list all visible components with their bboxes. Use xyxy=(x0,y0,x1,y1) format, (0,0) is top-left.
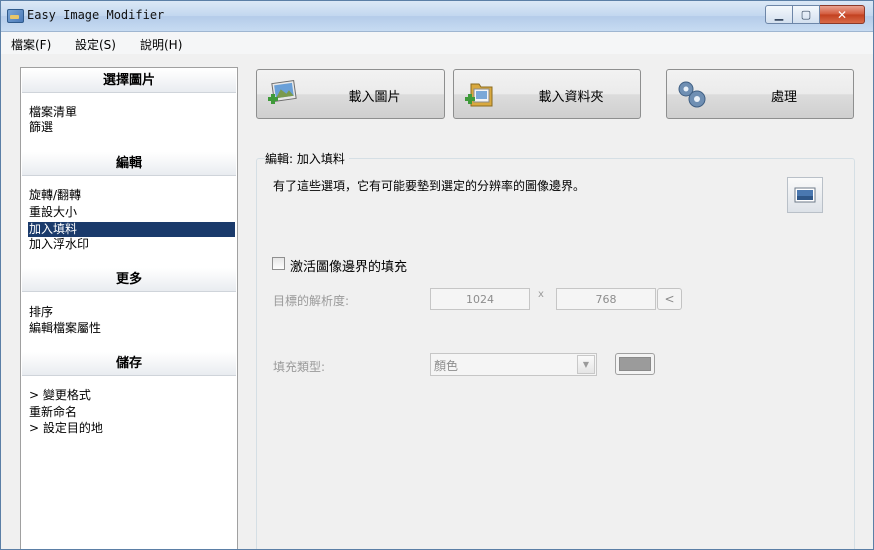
height-input[interactable]: 768 xyxy=(556,288,656,310)
window-title: Easy Image Modifier xyxy=(27,8,165,22)
sidebar-item-filter[interactable]: 篩選 xyxy=(29,120,53,135)
resolution-separator: x xyxy=(538,289,544,300)
section-more: 更多 xyxy=(22,268,236,292)
sidebar-item-rotate[interactable]: 旋轉/翻轉 xyxy=(29,188,81,203)
section-select-images: 選擇圖片 xyxy=(22,69,236,93)
fill-type-select[interactable]: 顏色 ▼ xyxy=(430,353,597,376)
minimize-button[interactable]: ▁ xyxy=(765,5,793,24)
panel-title: 編輯: 加入填料 xyxy=(265,150,349,167)
title-bar[interactable]: Easy Image Modifier ▁ ▢ ✕ xyxy=(1,1,873,32)
app-window: Easy Image Modifier ▁ ▢ ✕ 檔案(F) 設定(S) 說明… xyxy=(0,0,874,550)
menu-settings[interactable]: 設定(S) xyxy=(75,36,116,53)
sidebar-item-set-destination[interactable]: > 設定目的地 xyxy=(29,421,103,436)
gears-icon xyxy=(678,81,706,108)
enable-padding-checkbox[interactable] xyxy=(272,257,285,270)
window-controls: ▁ ▢ ✕ xyxy=(765,5,865,24)
fill-color-button[interactable] xyxy=(615,353,655,375)
process-label: 處理 xyxy=(770,90,797,105)
add-folder-icon xyxy=(465,83,493,107)
fill-type-value: 顏色 xyxy=(434,359,459,373)
load-folder-button[interactable]: 載入資料夾 xyxy=(453,69,641,119)
close-icon: ✕ xyxy=(836,7,848,22)
image-preview-icon xyxy=(787,177,823,213)
sidebar-item-file-list[interactable]: 檔案清單 xyxy=(29,105,77,120)
enable-padding-label[interactable]: 激活圖像邊界的填充 xyxy=(290,256,407,275)
sidebar-item-sort[interactable]: 排序 xyxy=(29,305,53,320)
load-folder-label: 載入資料夾 xyxy=(538,90,604,105)
add-image-icon xyxy=(268,79,297,104)
fill-color-swatch xyxy=(619,357,651,371)
section-edit: 編輯 xyxy=(22,152,236,176)
sidebar-item-file-properties[interactable]: 編輯檔案屬性 xyxy=(29,321,101,336)
panel-description: 有了這些選項，它有可能要墊到選定的分辨率的圖像邊界。 xyxy=(273,179,586,193)
menu-bar: 檔案(F) 設定(S) 說明(H) xyxy=(1,32,873,54)
load-images-button[interactable]: 載入圖片 xyxy=(256,69,445,119)
sidebar-item-add-padding[interactable]: 加入填料 xyxy=(28,222,235,237)
chevron-down-icon: ▼ xyxy=(577,355,595,374)
load-images-label: 載入圖片 xyxy=(348,90,401,105)
resolution-label: 目標的解析度: xyxy=(273,294,350,308)
fill-type-label: 填充類型: xyxy=(273,360,326,374)
close-button[interactable]: ✕ xyxy=(820,5,865,24)
maximize-icon: ▢ xyxy=(800,8,812,21)
section-save: 儲存 xyxy=(22,352,236,376)
minimize-icon: ▁ xyxy=(774,8,784,21)
sidebar-item-resize[interactable]: 重設大小 xyxy=(29,205,77,220)
process-button[interactable]: 處理 xyxy=(666,69,854,119)
sidebar-item-rename[interactable]: 重新命名 xyxy=(29,405,77,420)
menu-file[interactable]: 檔案(F) xyxy=(11,36,51,53)
menu-help[interactable]: 說明(H) xyxy=(140,36,182,53)
resolution-preset-button[interactable]: < xyxy=(657,288,682,310)
maximize-button[interactable]: ▢ xyxy=(793,5,820,24)
app-icon xyxy=(7,9,24,23)
sidebar-item-change-format[interactable]: > 變更格式 xyxy=(29,388,91,403)
sidebar: 選擇圖片 檔案清單 篩選 編輯 旋轉/翻轉 重設大小 加入填料 加入浮水印 更多… xyxy=(20,67,238,549)
width-input[interactable]: 1024 xyxy=(430,288,530,310)
sidebar-item-add-watermark[interactable]: 加入浮水印 xyxy=(29,237,89,252)
